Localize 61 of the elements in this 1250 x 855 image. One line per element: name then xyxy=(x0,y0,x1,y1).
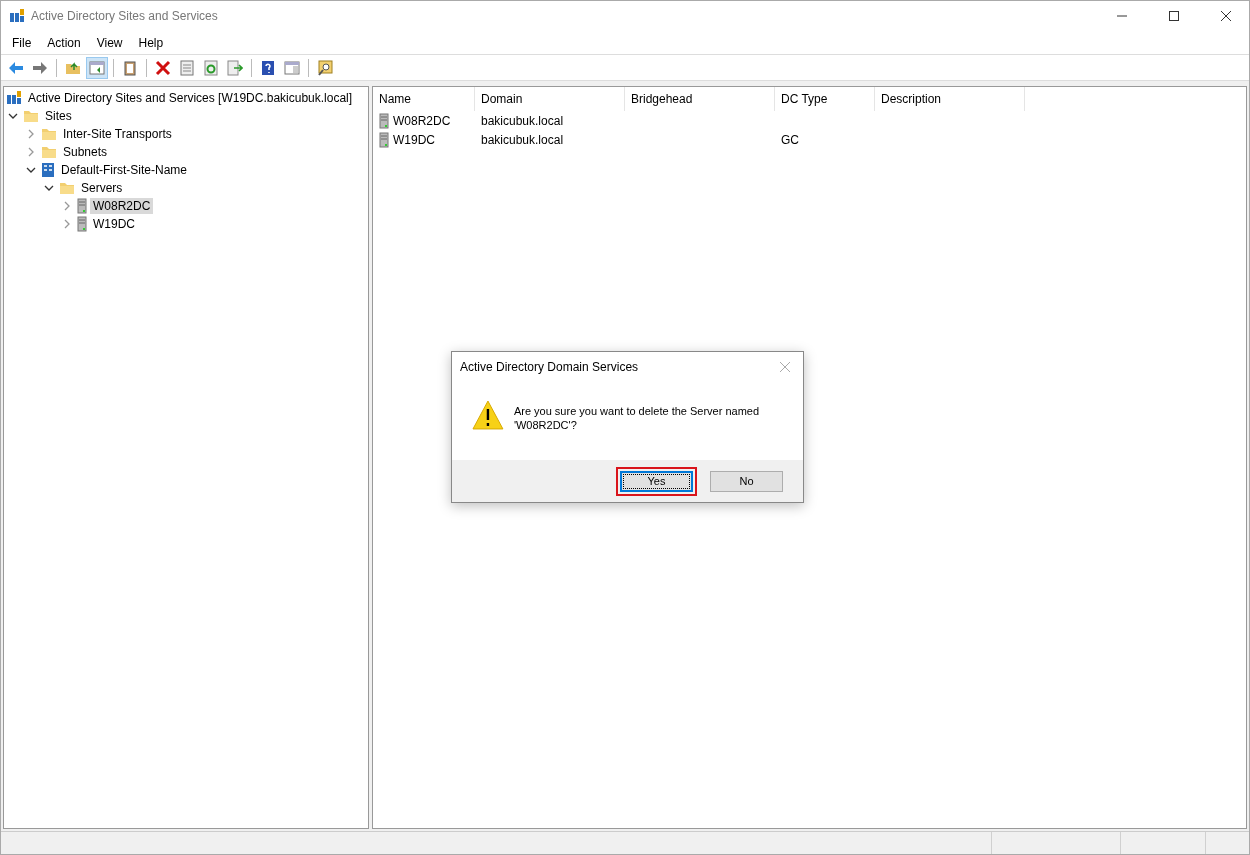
export-list-icon xyxy=(227,59,243,76)
list-item[interactable]: W08R2DC xyxy=(393,113,451,128)
table-cell: bakicubuk.local xyxy=(481,132,564,147)
tree-item[interactable]: Sites xyxy=(42,108,75,124)
column-header[interactable]: Domain xyxy=(475,87,625,111)
folder-icon xyxy=(41,145,57,159)
maximize-icon xyxy=(1169,11,1179,21)
delete-icon xyxy=(155,59,171,76)
tree-item[interactable]: W08R2DC xyxy=(90,198,154,214)
server-icon xyxy=(77,198,87,214)
folder-up-icon xyxy=(65,60,81,75)
close-icon xyxy=(1221,11,1231,21)
find-icon xyxy=(317,59,333,76)
tree-item[interactable]: Default-First-Site-Name xyxy=(58,162,191,178)
action-pane-icon xyxy=(284,60,300,75)
tree-item[interactable]: W19DC xyxy=(90,216,138,232)
dialog-title: Active Directory Domain Services xyxy=(460,360,639,374)
menu-item[interactable]: Action xyxy=(39,33,89,52)
chevron-down-icon[interactable] xyxy=(44,184,54,192)
chevron-down-icon[interactable] xyxy=(8,112,18,120)
tree-item[interactable]: Subnets xyxy=(60,144,111,160)
building-icon xyxy=(41,162,55,178)
server-icon xyxy=(379,112,389,129)
tree-item[interactable]: Active Directory Sites and Services [W19DC.bakicubuk.local] xyxy=(25,90,356,106)
directory-icon xyxy=(6,90,22,106)
server-icon xyxy=(77,216,87,232)
column-header[interactable]: Bridgehead xyxy=(625,87,775,111)
tree-item[interactable]: Inter-Site Transports xyxy=(60,126,175,142)
dialog-button[interactable]: No xyxy=(710,470,783,492)
close-icon xyxy=(780,362,790,372)
menu-item[interactable]: File xyxy=(4,33,40,52)
menu-item[interactable]: View xyxy=(88,33,131,52)
chevron-right-icon[interactable] xyxy=(27,129,35,139)
column-header[interactable]: Description xyxy=(875,87,1025,111)
tree-pane-icon xyxy=(89,60,105,75)
folder-icon xyxy=(59,181,75,195)
directory-icon xyxy=(9,8,25,24)
folder-icon xyxy=(41,127,57,141)
warning-icon xyxy=(472,400,504,430)
list-item[interactable]: W19DC xyxy=(393,132,435,147)
window-title: Active Directory Sites and Services xyxy=(31,9,218,23)
tree-item[interactable]: Servers xyxy=(78,180,126,196)
column-header[interactable]: DC Type xyxy=(775,87,875,111)
dialog-button[interactable]: Yes xyxy=(620,470,693,492)
help-icon xyxy=(261,59,275,76)
chevron-right-icon[interactable] xyxy=(63,219,71,229)
properties-icon xyxy=(180,59,194,76)
chevron-right-icon[interactable] xyxy=(63,201,71,211)
chevron-down-icon[interactable] xyxy=(26,166,36,174)
dialog-message: Are you sure you want to delete the Server named 'W08R2DC'? xyxy=(513,404,761,433)
chevron-right-icon[interactable] xyxy=(27,147,35,157)
table-cell: bakicubuk.local xyxy=(481,113,564,128)
table-cell: GC xyxy=(781,132,799,147)
server-icon xyxy=(379,131,389,148)
folder-icon xyxy=(23,109,39,123)
menu-item[interactable]: Help xyxy=(130,33,172,52)
clipboard-icon xyxy=(123,59,137,76)
forward-arrow-icon xyxy=(32,60,48,75)
refresh-icon xyxy=(204,59,218,76)
back-arrow-icon xyxy=(8,60,24,75)
column-header[interactable]: Name xyxy=(373,87,475,111)
